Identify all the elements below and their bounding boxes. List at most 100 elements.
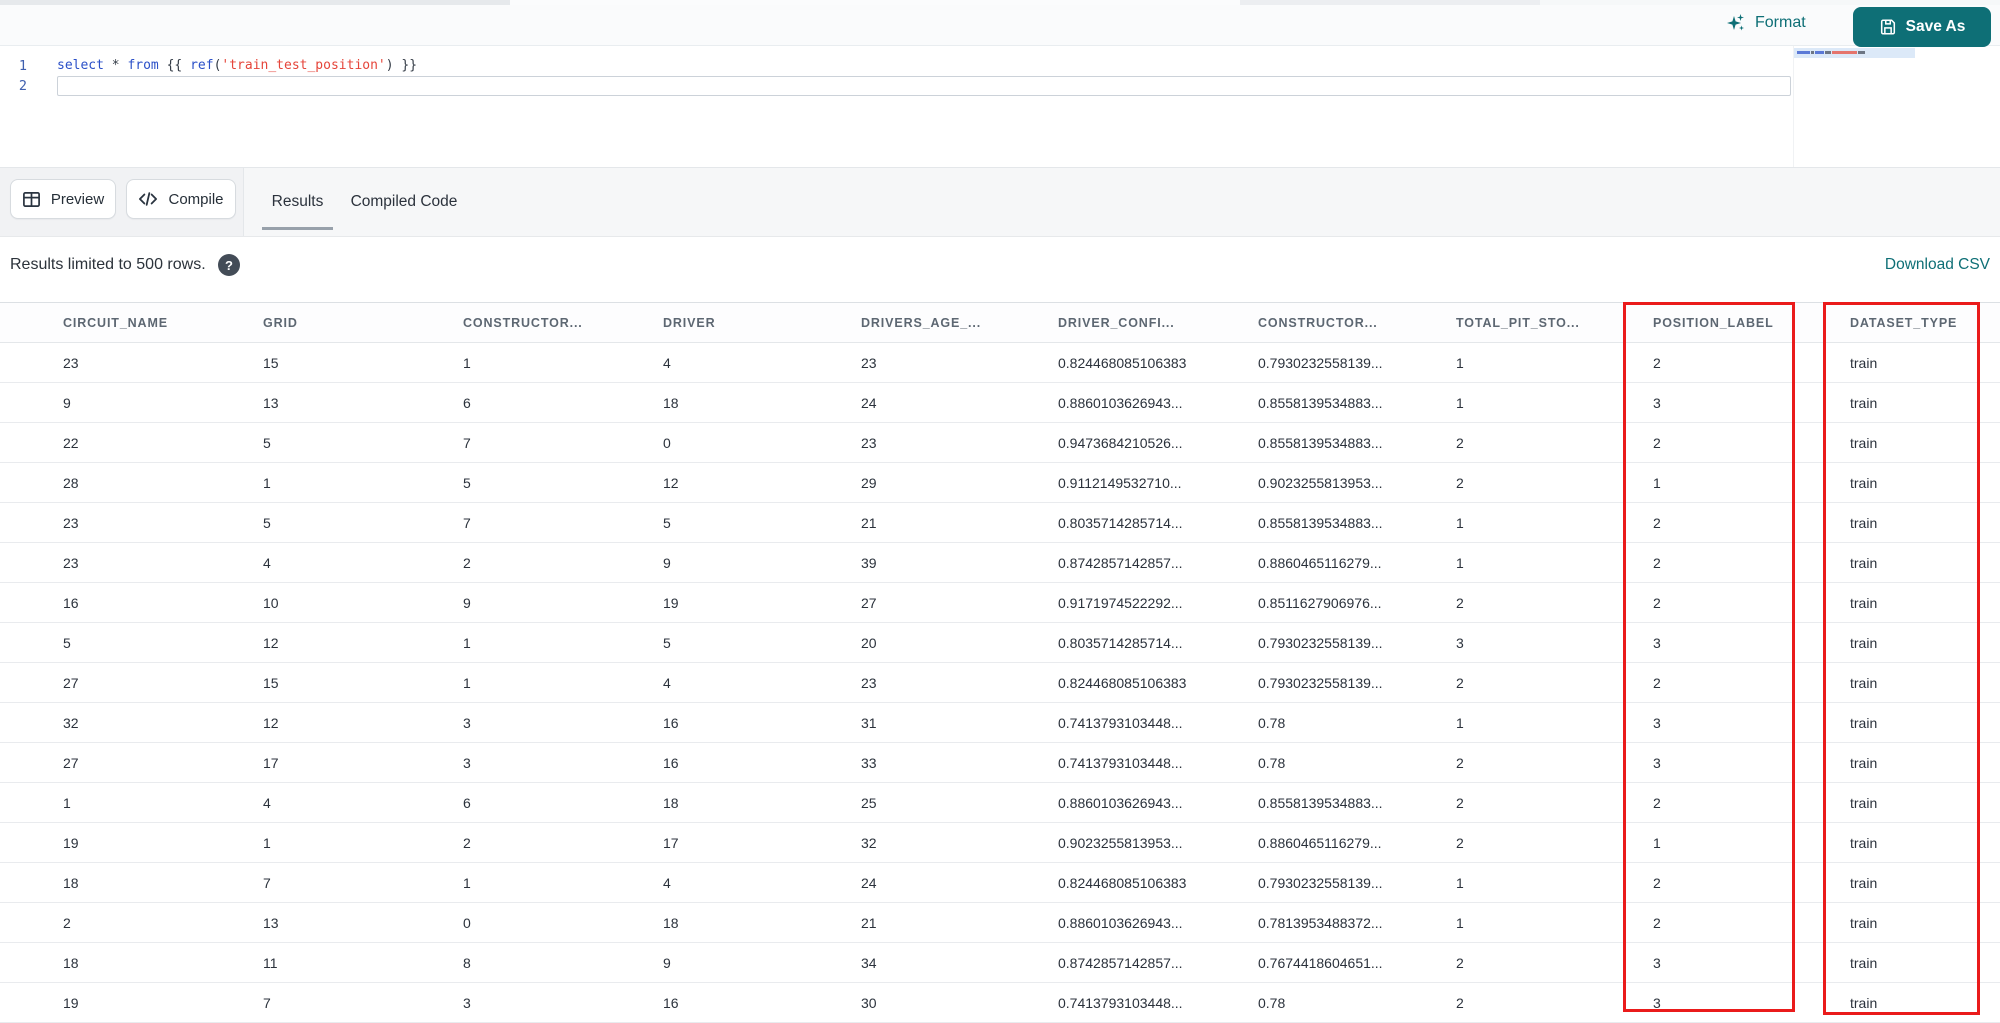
table-cell: train <box>1850 954 1878 971</box>
code-token: {{ <box>158 58 191 73</box>
code-line-1[interactable]: select * from {{ ref('train_test_positio… <box>57 56 417 76</box>
table-cell: 17 <box>663 834 679 851</box>
table-cell: 3 <box>1653 634 1661 651</box>
table-cell: 1 <box>1456 554 1464 571</box>
table-cell: 21 <box>861 514 877 531</box>
table-cell: 27 <box>63 754 79 771</box>
tab-strip-segment <box>1240 0 1540 5</box>
tab-results-label: Results <box>271 193 324 210</box>
tab-compiled-code[interactable]: Compiled Code <box>348 168 460 236</box>
table-cell: 0.7413793103448... <box>1058 714 1183 731</box>
format-button[interactable]: Format <box>1726 0 1806 46</box>
table-cell: 0.7930232558139... <box>1258 674 1383 691</box>
table-cell: 0.8511627906976... <box>1258 594 1382 611</box>
active-line-highlight[interactable] <box>57 76 1791 96</box>
table-cell: 1 <box>1456 394 1464 411</box>
table-cell: 2 <box>1653 354 1661 371</box>
table-cell: 0.8860465116279... <box>1258 834 1382 851</box>
table-cell: 23 <box>861 354 877 371</box>
table-row: 19 1 2 17 32 0.9023255813953... 0.886046511627… <box>0 823 2000 863</box>
table-cell: 5 <box>463 474 471 491</box>
table-cell: 3 <box>1456 634 1464 651</box>
table-cell: 21 <box>861 914 877 931</box>
table-cell: 0.8558139534883... <box>1258 394 1383 411</box>
sql-editor[interactable]: 1 2 select * from {{ ref('train_test_pos… <box>0 46 2000 167</box>
table-cell: 18 <box>63 874 79 891</box>
header-cell: GRID <box>263 315 298 330</box>
help-icon[interactable]: ? <box>218 254 240 276</box>
format-button-label: Format <box>1755 14 1806 31</box>
table-cell: 0.7930232558139... <box>1258 354 1383 371</box>
header-cell: POSITION_LABEL <box>1653 315 1774 330</box>
active-tab-indicator <box>262 227 333 230</box>
table-cell: 1 <box>263 834 271 851</box>
table-cell: 9 <box>663 554 671 571</box>
table-cell: 2 <box>1456 474 1464 491</box>
table-cell: 3 <box>463 994 471 1011</box>
table-cell: train <box>1850 514 1878 531</box>
table-row: 2 13 0 18 21 0.8860103626943... 0.781395348837… <box>0 903 2000 943</box>
header-cell: TOTAL_PIT_STO... <box>1456 315 1580 330</box>
table-cell: 1 <box>463 674 471 691</box>
table-cell: 1 <box>263 474 271 491</box>
table-cell: 0.78 <box>1258 714 1286 731</box>
code-token: select <box>57 58 104 73</box>
header-cell: CONSTRUCTOR... <box>463 315 583 330</box>
editor-minimap[interactable] <box>1793 46 1917 167</box>
table-cell: 2 <box>1653 434 1661 451</box>
table-cell: 0.8558139534883... <box>1258 794 1383 811</box>
table-row: 23 4 2 9 39 0.8742857142857... 0.8860465116279… <box>0 543 2000 583</box>
header-cell: CIRCUIT_NAME <box>63 315 168 330</box>
editor-header-bar: Format Save As <box>0 0 2000 47</box>
table-cell: train <box>1850 994 1878 1011</box>
results-limit-note: Results limited to 500 rows. <box>10 256 206 273</box>
table-cell: 9 <box>463 594 471 611</box>
header-cell: DATASET_TYPE <box>1850 315 1958 330</box>
table-cell: 0 <box>663 434 671 451</box>
table-row: 1 4 6 18 25 0.8860103626943... 0.8558139534883… <box>0 783 2000 823</box>
table-cell: 1 <box>1456 514 1464 531</box>
table-cell: train <box>1850 474 1878 491</box>
tabs-zone <box>243 168 2000 236</box>
table-row: 16 10 9 19 27 0.9171974522292... 0.85116279069… <box>0 583 2000 623</box>
table-cell: 23 <box>861 434 877 451</box>
table-cell: 3 <box>463 714 471 731</box>
preview-button[interactable]: Preview <box>10 179 116 219</box>
table-cell: 3 <box>463 754 471 771</box>
code-token: from <box>127 58 159 73</box>
table-cell: 0.9171974522292... <box>1058 594 1183 611</box>
table-cell: 6 <box>463 394 471 411</box>
table-cell: 23 <box>63 354 79 371</box>
download-csv-link[interactable]: Download CSV <box>1885 237 1990 293</box>
compile-button[interactable]: Compile <box>126 179 236 219</box>
tab-results[interactable]: Results <box>262 168 333 236</box>
table-cell: 15 <box>263 354 279 371</box>
table-cell: 0.9112149532710... <box>1058 474 1182 491</box>
table-cell: 28 <box>63 474 79 491</box>
table-cell: 2 <box>463 554 471 571</box>
table-cell: 32 <box>861 834 877 851</box>
table-cell: 10 <box>263 594 279 611</box>
table-cell: 0.8035714285714... <box>1058 514 1183 531</box>
table-row: 22 5 7 0 23 0.9473684210526... 0.8558139534883… <box>0 423 2000 463</box>
table-cell: train <box>1850 354 1878 371</box>
table-cell: 2 <box>1456 754 1464 771</box>
tab-strip-segment <box>1540 0 2000 5</box>
table-cell: 0.9023255813953... <box>1258 474 1383 491</box>
table-cell: 23 <box>861 674 877 691</box>
table-cell: 0.8035714285714... <box>1058 634 1183 651</box>
table-cell: 13 <box>263 394 279 411</box>
table-cell: 0.7930232558139... <box>1258 874 1383 891</box>
table-cell: 18 <box>663 394 679 411</box>
save-as-button[interactable]: Save As <box>1853 7 1991 47</box>
table-cell: 19 <box>63 994 79 1011</box>
table-cell: train <box>1850 434 1878 451</box>
table-row: 9 13 6 18 24 0.8860103626943... 0.855813953488… <box>0 383 2000 423</box>
table-cell: 16 <box>63 594 79 611</box>
table-cell: 0.9023255813953... <box>1058 834 1183 851</box>
table-cell: 0.78 <box>1258 994 1286 1011</box>
table-cell: 4 <box>263 794 271 811</box>
table-grid-icon <box>22 190 41 209</box>
table-cell: 0.8860465116279... <box>1258 554 1382 571</box>
